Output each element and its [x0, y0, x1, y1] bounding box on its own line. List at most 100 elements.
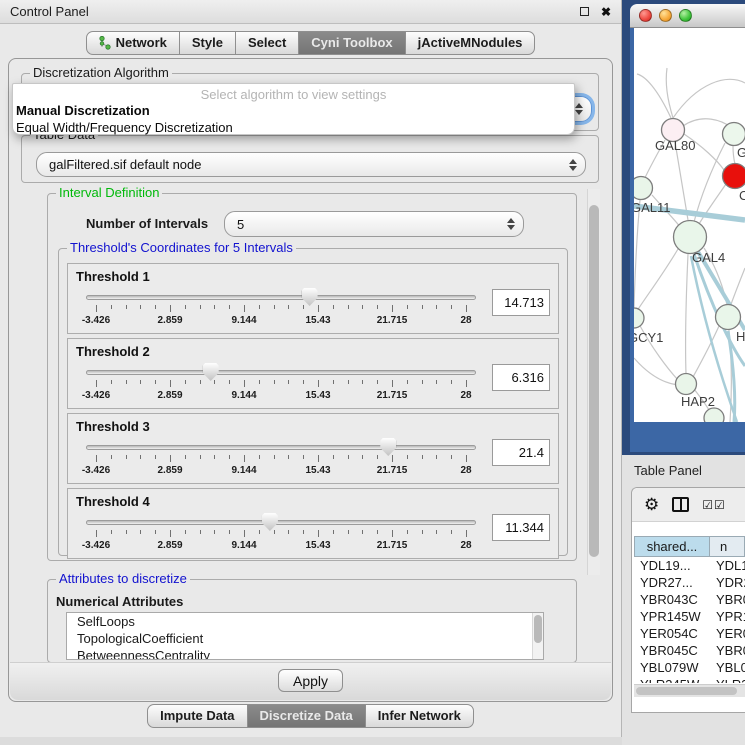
tick-label: 15.43: [305, 540, 330, 551]
threshold-slider-4[interactable]: -3.4262.8599.14415.4321.71528: [84, 512, 478, 556]
threshold-label: Threshold 2: [76, 344, 550, 359]
cell-name: YER0: [710, 625, 745, 642]
table-horizontal-scrollbar[interactable]: [634, 684, 745, 697]
number-of-intervals-combobox[interactable]: 5: [224, 211, 524, 237]
main-scrollbar[interactable]: [587, 189, 600, 575]
cell-name: YBL0: [710, 659, 745, 676]
table-panel-header: Table Panel: [622, 455, 745, 485]
tick-label: 28: [460, 465, 471, 476]
columns-icon[interactable]: [672, 497, 689, 512]
node-label-h: H: [736, 329, 745, 344]
table-row[interactable]: YBR045CYBR0: [634, 642, 745, 659]
threshold-value-field[interactable]: 14.713: [492, 289, 550, 316]
control-panel-titlebar: Control Panel ✖: [0, 0, 621, 24]
threshold-value-field[interactable]: 6.316: [492, 364, 550, 391]
tab-infer-network[interactable]: Infer Network: [365, 704, 474, 728]
tab-cyni-toolbox[interactable]: Cyni Toolbox: [298, 31, 405, 55]
close-traffic-light-icon[interactable]: [639, 9, 652, 22]
list-scrollbar-thumb[interactable]: [534, 615, 542, 643]
slider-ticks: -3.4262.8599.14415.4321.71528: [96, 512, 466, 556]
tick-label: 9.144: [231, 540, 256, 551]
cell-name: YLR3: [710, 676, 745, 683]
column-header-2[interactable]: n: [710, 536, 745, 557]
tab-discretize-data[interactable]: Discretize Data: [247, 704, 366, 728]
gear-icon[interactable]: ⚙: [644, 496, 659, 513]
table-row[interactable]: YBL079WYBL0: [634, 659, 745, 676]
checkbox-icons[interactable]: ☑☑: [702, 498, 726, 512]
slider-thumb[interactable]: [302, 288, 318, 306]
group-title: Discretization Algorithm: [30, 65, 172, 80]
apply-button[interactable]: Apply: [278, 669, 343, 692]
table-row[interactable]: YBR043CYBR0: [634, 591, 745, 608]
table-panel-title: Table Panel: [634, 463, 702, 478]
network-canvas[interactable]: GAL80GCGAL11GAL4GCY1HHAP2: [634, 28, 745, 422]
tick-label: 9.144: [231, 315, 256, 326]
tick-label: 21.715: [377, 465, 408, 476]
group-title: Interval Definition: [56, 185, 162, 200]
attributes-listbox[interactable]: SelfLoopsTopologicalCoefficientBetweenne…: [66, 612, 544, 660]
group-title: Attributes to discretize: [56, 571, 190, 586]
tick-label: 2.859: [157, 465, 182, 476]
node-label-hap2: HAP2: [681, 394, 715, 409]
cell-name: YPR1: [710, 608, 745, 625]
threshold-panel-1: Threshold 1-3.4262.8599.14415.4321.71528…: [67, 263, 559, 334]
tab-style[interactable]: Style: [179, 31, 236, 55]
list-scrollbar[interactable]: [532, 613, 543, 659]
node-label-gal80: GAL80: [655, 138, 695, 153]
minimize-traffic-light-icon[interactable]: [659, 9, 672, 22]
slider-thumb[interactable]: [380, 438, 396, 456]
float-window-icon[interactable]: [580, 7, 589, 16]
table-row[interactable]: YLR345WYLR3: [634, 676, 745, 683]
table-row[interactable]: YDL19...YDL1: [634, 557, 745, 574]
column-header-1[interactable]: shared...: [634, 536, 710, 557]
slider-thumb[interactable]: [203, 363, 219, 381]
network-tab-icon: [99, 36, 111, 50]
threshold-slider-3[interactable]: -3.4262.8599.14415.4321.71528: [84, 437, 478, 481]
tick-label: 21.715: [377, 390, 408, 401]
tick-label: -3.426: [82, 465, 110, 476]
close-icon[interactable]: ✖: [601, 6, 611, 18]
attribute-item-topologicalcoefficient[interactable]: TopologicalCoefficient: [67, 630, 543, 647]
slider-ticks: -3.4262.8599.14415.4321.71528: [96, 437, 466, 481]
tab-select[interactable]: Select: [235, 31, 299, 55]
tab-label: Infer Network: [378, 708, 461, 723]
popup-option-manual-discretization[interactable]: Manual Discretization: [13, 102, 574, 119]
tab-label: Network: [116, 35, 167, 50]
threshold-slider-2[interactable]: -3.4262.8599.14415.4321.71528: [84, 362, 478, 406]
attribute-item-selfloops[interactable]: SelfLoops: [67, 613, 543, 630]
table-row[interactable]: YDR27...YDR2: [634, 574, 745, 591]
table-data-combobox[interactable]: galFiltered.sif default node: [36, 152, 586, 177]
network-nodes: [634, 119, 745, 423]
tab-network[interactable]: Network: [86, 31, 180, 55]
tick-label: 2.859: [157, 390, 182, 401]
algorithm-popup: Select algorithm to view settings Manual…: [12, 83, 575, 135]
combo-arrows-icon: [507, 218, 515, 230]
apply-band: Apply: [10, 662, 611, 700]
tab-jactivemnodules[interactable]: jActiveMNodules: [405, 31, 536, 55]
tick-label: -3.426: [82, 315, 110, 326]
network-graph: GAL80GCGAL11GAL4GCY1HHAP2: [634, 28, 745, 422]
tick-label: 21.715: [377, 540, 408, 551]
node-label-g: G: [737, 145, 745, 160]
threshold-value-field[interactable]: 11.344: [492, 514, 550, 541]
threshold-value-field[interactable]: 21.4: [492, 439, 550, 466]
main-scrollbar-thumb[interactable]: [589, 205, 599, 557]
table-row[interactable]: YPR145WYPR1: [634, 608, 745, 625]
popup-hint: Select algorithm to view settings: [13, 84, 574, 102]
slider-thumb[interactable]: [262, 513, 278, 531]
threshold-label: Threshold 1: [76, 269, 550, 284]
popup-option-equal-width-frequency-discretization[interactable]: Equal Width/Frequency Discretization: [13, 119, 574, 136]
tick-label: 2.859: [157, 315, 182, 326]
combo-arrows-icon: [575, 103, 583, 115]
threshold-slider-1[interactable]: -3.4262.8599.14415.4321.71528: [84, 287, 478, 331]
attribute-item-betweennesscentrality[interactable]: BetweennessCentrality: [67, 647, 543, 660]
group-title: Threshold's Coordinates for 5 Intervals: [67, 240, 296, 255]
node-label-gcy1: GCY1: [634, 330, 663, 345]
zoom-traffic-light-icon[interactable]: [679, 9, 692, 22]
node-gal4: [674, 221, 707, 254]
right-side: GAL80GCGAL11GAL4GCY1HHAP2 Table Panel ⚙ …: [622, 0, 745, 745]
bottom-tab-bar: Impute DataDiscretize Data Infer Network: [0, 704, 622, 728]
table-row[interactable]: YER054CYER0: [634, 625, 745, 642]
table-hscrollbar-thumb[interactable]: [636, 687, 737, 695]
tab-impute-data[interactable]: Impute Data: [147, 704, 247, 728]
